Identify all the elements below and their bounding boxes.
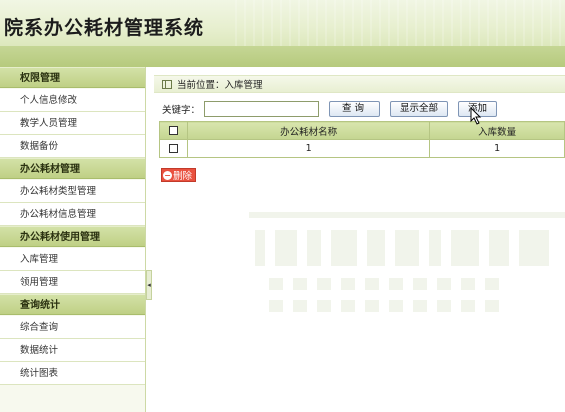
select-all-checkbox[interactable] (168, 126, 178, 135)
app-title: 院系办公耗材管理系统 (4, 17, 205, 39)
sidebar-group-supplies[interactable]: 办公耗材管理 (0, 158, 145, 179)
sidebar-item-edit-profile[interactable]: 个人信息修改 (0, 89, 145, 112)
keyword-label: 关键字： (162, 105, 201, 116)
sidebar-item-data-backup[interactable]: 数据备份 (0, 135, 145, 158)
show-all-button[interactable]: 显示全部 (390, 101, 449, 117)
sidebar-item-supply-types[interactable]: 办公耗材类型管理 (0, 180, 145, 203)
sidebar-group-supply-usage[interactable]: 办公耗材使用管理 (0, 226, 145, 247)
select-all-header (159, 121, 188, 140)
top-nav-bar (0, 46, 565, 67)
sidebar-item-supply-info[interactable]: 办公耗材信息管理 (0, 203, 145, 226)
background-watermark (249, 212, 565, 312)
table-header-row: 办公耗材名称 入库数量 (159, 121, 565, 140)
breadcrumb-text: 当前位置：入库管理 (177, 80, 263, 91)
keyword-input[interactable] (204, 101, 320, 117)
header-banner: 院系办公耗材管理系统 (0, 0, 565, 46)
window-icon (162, 79, 172, 89)
row-select-cell (159, 139, 188, 158)
delete-button-label: 删除 (173, 171, 193, 182)
mouse-pointer-icon (470, 107, 482, 125)
sidebar-item-data-statistics[interactable]: 数据统计 (0, 339, 145, 362)
sidebar-group-query-stats[interactable]: 查询统计 (0, 294, 145, 315)
main-content: 当前位置：入库管理 关键字： 查询 显示全部 添加 办公耗材名称 入库数量 1 … (154, 67, 565, 412)
sidebar-item-statistics-charts[interactable]: 统计图表 (0, 362, 145, 385)
search-bar: 关键字： 查询 显示全部 添加 (162, 100, 507, 118)
sidebar-item-combined-query[interactable]: 综合查询 (0, 316, 145, 339)
breadcrumb: 当前位置：入库管理 (154, 75, 565, 93)
sidebar: 权限管理 个人信息修改 教学人员管理 数据备份 办公耗材管理 办公耗材类型管理 … (0, 67, 146, 412)
sidebar-collapse-toggle[interactable]: ◂ (146, 270, 152, 300)
banner-decoration (235, 0, 565, 46)
column-header-name: 办公耗材名称 (186, 121, 431, 140)
sidebar-group-permissions[interactable]: 权限管理 (0, 67, 145, 88)
sidebar-item-staff-management[interactable]: 教学人员管理 (0, 112, 145, 135)
chevron-left-icon: ◂ (147, 281, 151, 289)
cell-name: 1 (186, 139, 431, 158)
sidebar-item-stock-in[interactable]: 入库管理 (0, 248, 145, 271)
sidebar-item-requisition[interactable]: 领用管理 (0, 271, 145, 294)
row-checkbox[interactable] (168, 144, 178, 153)
minus-circle-icon: − (163, 170, 172, 180)
cell-quantity: 1 (429, 139, 565, 158)
table-row: 1 1 (159, 139, 565, 158)
stock-in-table: 办公耗材名称 入库数量 1 1 (159, 121, 565, 158)
delete-button[interactable]: − 删除 (161, 168, 197, 182)
query-button[interactable]: 查询 (329, 101, 381, 117)
column-header-quantity: 入库数量 (429, 121, 565, 140)
